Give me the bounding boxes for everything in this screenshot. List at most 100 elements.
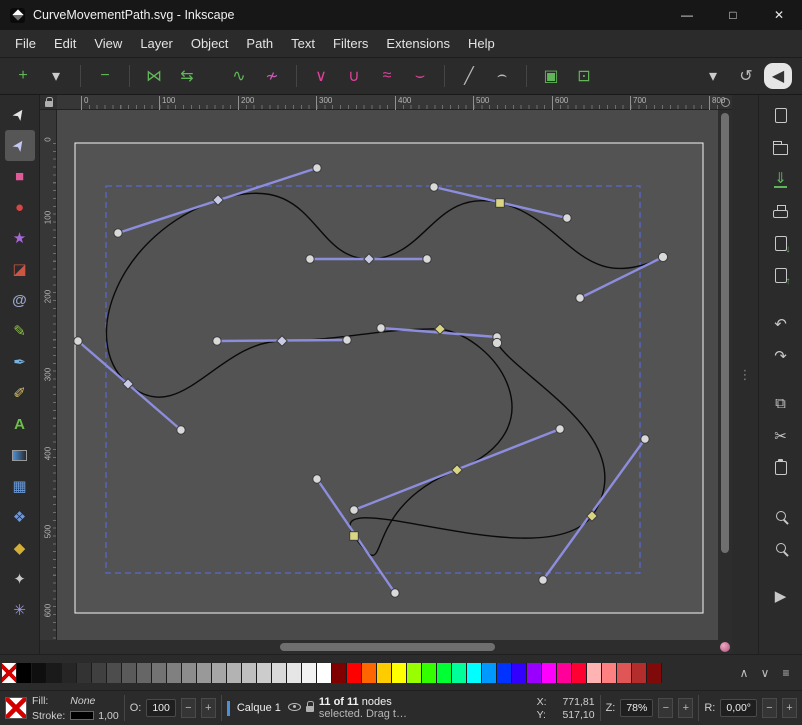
palette-swatch[interactable] bbox=[32, 663, 47, 683]
control-point[interactable] bbox=[313, 475, 321, 483]
redo-icon[interactable]: ↷ bbox=[767, 343, 795, 368]
palette-swatch[interactable] bbox=[527, 663, 542, 683]
palette-swatch[interactable] bbox=[92, 663, 107, 683]
palette-swatch[interactable] bbox=[302, 663, 317, 683]
palette-swatch[interactable] bbox=[512, 663, 527, 683]
palette-swatch[interactable] bbox=[137, 663, 152, 683]
control-point[interactable] bbox=[177, 426, 185, 434]
path-node[interactable] bbox=[658, 252, 667, 261]
new-document-icon[interactable] bbox=[767, 103, 795, 128]
stroke-width-value[interactable]: 1,00 bbox=[98, 710, 118, 722]
dropper-tool[interactable]: ❖ bbox=[5, 502, 35, 533]
spiral-tool[interactable]: @ bbox=[5, 285, 35, 316]
palette-swatch[interactable] bbox=[317, 663, 332, 683]
segment-line-button[interactable]: ╱ bbox=[454, 62, 484, 90]
palette-swatch[interactable] bbox=[632, 663, 647, 683]
palette-swatch[interactable] bbox=[182, 663, 197, 683]
tweak-tool[interactable]: ✦ bbox=[5, 564, 35, 595]
palette-swatch[interactable] bbox=[332, 663, 347, 683]
zoom-field[interactable]: 78% bbox=[620, 699, 653, 717]
control-point[interactable] bbox=[313, 164, 321, 172]
palette-swatch[interactable] bbox=[77, 663, 92, 683]
palette-swatch[interactable] bbox=[617, 663, 632, 683]
palette-swatch[interactable] bbox=[107, 663, 122, 683]
box3d-tool[interactable]: ◪ bbox=[5, 254, 35, 285]
menu-layer[interactable]: Layer bbox=[131, 32, 182, 55]
gradient-tool[interactable] bbox=[5, 440, 35, 471]
text-tool[interactable]: A bbox=[5, 409, 35, 440]
control-point[interactable] bbox=[114, 229, 122, 237]
menu-extensions[interactable]: Extensions bbox=[377, 32, 459, 55]
quick-zoom-button[interactable] bbox=[718, 640, 732, 654]
palette-swatch[interactable] bbox=[467, 663, 482, 683]
horizontal-ruler[interactable]: 0100200300400500600700800 bbox=[57, 95, 718, 110]
node-tool[interactable]: ➤ bbox=[5, 130, 35, 161]
zoom-selection-icon[interactable] bbox=[767, 503, 795, 528]
palette-scroll-up-button[interactable]: ∧ bbox=[735, 664, 753, 682]
drawing-svg[interactable] bbox=[57, 110, 718, 640]
palette-swatch[interactable] bbox=[587, 663, 602, 683]
horizontal-scrollbar-thumb[interactable] bbox=[280, 643, 495, 651]
print-icon[interactable] bbox=[767, 199, 795, 224]
selector-tool[interactable]: ➤ bbox=[5, 99, 35, 130]
palette-swatch[interactable] bbox=[242, 663, 257, 683]
show-transform-handles-button[interactable]: ↺ bbox=[731, 62, 761, 90]
control-point[interactable] bbox=[430, 183, 438, 191]
menu-object[interactable]: Object bbox=[182, 32, 238, 55]
star-tool[interactable]: ★ bbox=[5, 223, 35, 254]
menu-file[interactable]: File bbox=[6, 32, 45, 55]
horizontal-scrollbar[interactable] bbox=[57, 640, 718, 654]
palette-scroll-down-button[interactable]: ∨ bbox=[756, 664, 774, 682]
delete-node-button[interactable]: − bbox=[90, 62, 120, 90]
ellipse-tool[interactable]: ● bbox=[5, 192, 35, 223]
zoom-increase-button[interactable]: + bbox=[678, 698, 693, 718]
palette-swatch[interactable] bbox=[407, 663, 422, 683]
palette-swatch[interactable] bbox=[392, 663, 407, 683]
close-button[interactable]: ✕ bbox=[756, 0, 802, 30]
control-point[interactable] bbox=[641, 435, 649, 443]
palette-swatch[interactable] bbox=[62, 663, 77, 683]
lock-guides-button[interactable] bbox=[40, 95, 57, 110]
path-node[interactable] bbox=[492, 338, 501, 347]
menu-view[interactable]: View bbox=[85, 32, 131, 55]
opacity-decrease-button[interactable]: − bbox=[181, 698, 196, 718]
control-point[interactable] bbox=[377, 324, 385, 332]
paste-icon[interactable] bbox=[767, 455, 795, 480]
control-point[interactable] bbox=[74, 337, 82, 345]
palette-swatch[interactable] bbox=[362, 663, 377, 683]
palette-swatch[interactable] bbox=[152, 663, 167, 683]
cut-icon[interactable]: ✂ bbox=[767, 423, 795, 448]
palette-swatch[interactable] bbox=[47, 663, 62, 683]
object-to-path-button[interactable]: ▣ bbox=[536, 62, 566, 90]
node-auto-button[interactable]: ⌣ bbox=[405, 62, 435, 90]
control-point[interactable] bbox=[391, 589, 399, 597]
vertical-ruler[interactable]: 0100200300400500600 bbox=[40, 110, 57, 640]
fill-value[interactable]: None bbox=[70, 695, 118, 707]
palette-swatch[interactable] bbox=[17, 663, 32, 683]
palette-swatch[interactable] bbox=[197, 663, 212, 683]
palette-swatch[interactable] bbox=[602, 663, 617, 683]
pen-tool[interactable]: ✒ bbox=[5, 347, 35, 378]
layer-lock-button[interactable] bbox=[306, 702, 314, 715]
opacity-field[interactable]: 100 bbox=[146, 699, 176, 717]
control-point[interactable] bbox=[539, 576, 547, 584]
palette-swatch[interactable] bbox=[422, 663, 437, 683]
node-smooth-button[interactable]: ∪ bbox=[339, 62, 369, 90]
collapse-panel-button[interactable]: ◀ bbox=[764, 63, 792, 89]
expand-panel-icon[interactable]: ▶ bbox=[767, 583, 795, 608]
undo-icon[interactable]: ↶ bbox=[767, 311, 795, 336]
path-node[interactable] bbox=[350, 532, 359, 541]
palette-menu-button[interactable]: ≡ bbox=[777, 664, 795, 682]
control-point[interactable] bbox=[556, 425, 564, 433]
delete-segment-button[interactable]: ≁ bbox=[257, 62, 287, 90]
save-document-icon[interactable]: ⇓ bbox=[767, 167, 795, 192]
segment-curve-button[interactable]: ⌢ bbox=[487, 62, 517, 90]
menu-edit[interactable]: Edit bbox=[45, 32, 85, 55]
palette-swatch[interactable] bbox=[227, 663, 242, 683]
palette-swatch[interactable] bbox=[647, 663, 662, 683]
insert-node-button[interactable]: + bbox=[8, 62, 38, 90]
break-nodes-button[interactable]: ⇆ bbox=[172, 62, 202, 90]
canvas[interactable] bbox=[57, 110, 718, 640]
palette-swatch[interactable] bbox=[452, 663, 467, 683]
control-point[interactable] bbox=[350, 506, 358, 514]
